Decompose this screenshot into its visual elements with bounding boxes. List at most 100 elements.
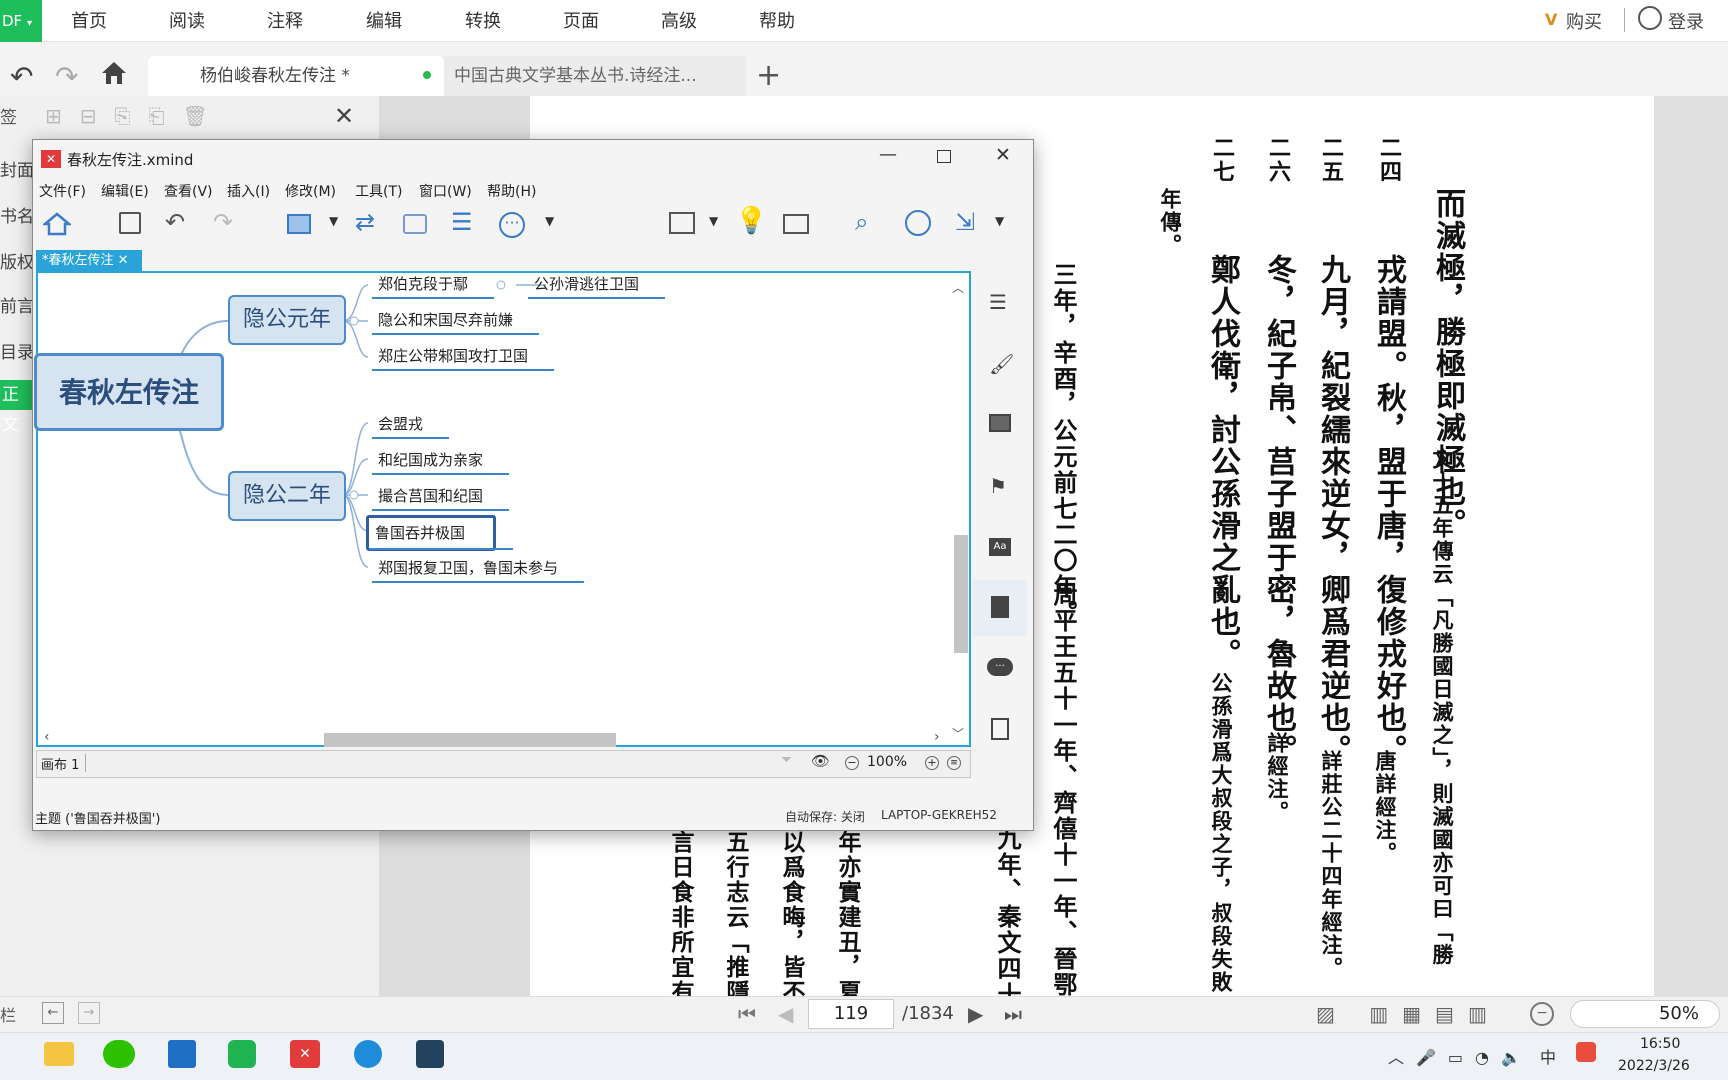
subtopic[interactable]: 隐公和宋国尽弃前嫌 <box>372 307 540 335</box>
boundary-icon[interactable] <box>403 214 427 234</box>
close-icon[interactable]: ✕ <box>334 102 354 130</box>
xm-menu-edit[interactable]: 编辑(E) <box>101 180 149 204</box>
relationship-icon[interactable]: ⇄ <box>355 208 375 236</box>
menu-advanced[interactable]: 高级 <box>661 0 697 42</box>
view-mode-icons[interactable]: ▨ ▥▦▤▥ <box>1316 1002 1501 1026</box>
next-view-icon[interactable]: → <box>78 1002 100 1024</box>
prev-view-icon[interactable]: ← <box>42 1002 64 1024</box>
menu-annotate[interactable]: 注释 <box>267 0 303 42</box>
buy-button[interactable]: 购买 <box>1566 8 1602 34</box>
subtopic[interactable]: 郑国报复卫国，鲁国未参与 <box>372 555 585 583</box>
sidebar-bookmark[interactable]: 签 <box>0 104 17 132</box>
menu-convert[interactable]: 转换 <box>465 0 501 42</box>
text-style-icon[interactable]: Aa <box>989 538 1011 556</box>
sheet-tab[interactable]: *春秋左传注 ✕ <box>36 250 142 272</box>
scroll-down-icon[interactable]: ﹀ <box>952 725 964 742</box>
page-number-input[interactable]: 119 <box>808 999 894 1029</box>
undo-icon[interactable]: ↶ <box>10 60 33 93</box>
format-brush-icon[interactable]: 🖌 <box>989 352 1014 376</box>
image-panel-icon[interactable] <box>989 414 1011 432</box>
wps-tray-icon[interactable] <box>1576 1042 1596 1062</box>
export-icon[interactable]: ⇲ <box>955 208 975 236</box>
file-explorer-icon[interactable] <box>44 1042 74 1066</box>
zoom-field[interactable]: 50% <box>1570 1000 1720 1028</box>
ime-indicator[interactable]: 中 <box>1540 1044 1556 1068</box>
sidebar-item-toc[interactable]: 目录 <box>0 338 34 368</box>
scroll-up-icon[interactable]: ︿ <box>952 279 964 296</box>
sidebar-item-cover[interactable]: 封面 <box>0 156 34 186</box>
topic-style-icon[interactable] <box>287 214 311 234</box>
vertical-scrollbar[interactable] <box>954 535 968 653</box>
marker-flag-icon[interactable]: ⚑ <box>989 474 1007 498</box>
comments-icon[interactable]: ··· <box>987 658 1013 676</box>
photos-icon[interactable] <box>168 1040 196 1068</box>
main-topic-2[interactable]: 隐公二年 <box>228 471 346 521</box>
redo-icon[interactable]: ↷ <box>213 208 233 236</box>
sidebar-toggle-label[interactable]: 栏 <box>0 1002 16 1026</box>
home-icon[interactable] <box>100 60 128 86</box>
presentation-icon[interactable] <box>669 212 695 234</box>
xm-menu-file[interactable]: 文件(F) <box>39 180 86 204</box>
prev-page-icon[interactable]: ◀ <box>778 1002 793 1026</box>
outline-view-icon[interactable] <box>783 214 809 234</box>
sidebar-item-copyright[interactable]: 版权 <box>0 248 34 278</box>
home-icon[interactable] <box>43 212 71 236</box>
autosave-status[interactable]: 自动保存: 关闭 <box>785 808 865 825</box>
menu-read[interactable]: 阅读 <box>169 0 205 42</box>
chevron-down-icon[interactable]: ▼ <box>545 214 554 228</box>
xm-menu-window[interactable]: 窗口(W) <box>419 180 472 204</box>
window-close-button[interactable]: ✕ <box>995 144 1011 166</box>
tray-icons[interactable]: ︿🎤▭◔🔈 <box>1388 1044 1533 1068</box>
horizontal-scrollbar[interactable] <box>324 733 616 747</box>
pdf-app-taskbar-icon[interactable] <box>228 1040 256 1068</box>
mindmap-canvas[interactable]: 春秋左传注 隐公元年 隐公二年 郑伯克段于鄢 公孙滑逃往卫国 隐公和宋国尽弃前嫌… <box>34 271 971 747</box>
notes-icon[interactable] <box>991 596 1009 618</box>
summary-icon[interactable]: ☰ <box>451 208 473 236</box>
xm-menu-tools[interactable]: 工具(T) <box>355 180 402 204</box>
filter-icon[interactable]: ⏷ <box>781 752 792 768</box>
share-icon[interactable] <box>905 210 931 236</box>
sidebar-item-title[interactable]: 书名 <box>0 202 34 232</box>
minimize-button[interactable]: — <box>879 144 897 165</box>
edge-icon[interactable] <box>354 1040 382 1068</box>
subtopic-child[interactable]: 公孙滑逃往卫国 <box>528 271 666 299</box>
subtopic[interactable]: 会盟戎 <box>372 411 450 439</box>
new-tab-button[interactable]: + <box>756 58 781 93</box>
redo-icon[interactable]: ↷ <box>55 60 78 93</box>
canvas-name[interactable]: 画布 1 <box>41 754 79 773</box>
login-button[interactable]: 登录 <box>1668 8 1704 34</box>
undo-icon[interactable]: ↶ <box>165 208 185 236</box>
fit-icon[interactable]: ≡ <box>947 756 961 770</box>
outliner-panel-icon[interactable]: ☰ <box>989 290 1007 314</box>
save-icon[interactable] <box>119 212 141 234</box>
subtopic[interactable]: 和纪国成为亲家 <box>372 447 510 475</box>
scroll-right-icon[interactable]: › <box>934 729 940 745</box>
app-logo[interactable]: DF ▾ <box>0 0 42 42</box>
subtopic[interactable]: 郑伯克段于鄢 <box>372 271 495 299</box>
main-topic-1[interactable]: 隐公元年 <box>228 295 346 345</box>
tab-document-1[interactable]: 杨伯峻春秋左传注 * <box>148 56 444 96</box>
subtopic[interactable]: 郑庄公带邾国攻打卫国 <box>372 343 555 371</box>
canvas-zoom[interactable]: 100% <box>867 754 907 770</box>
close-icon[interactable]: ✕ <box>118 253 129 268</box>
first-page-icon[interactable]: ⏮ <box>738 1002 756 1026</box>
maximize-button[interactable] <box>937 150 951 163</box>
zoom-out-icon[interactable]: − <box>845 756 859 770</box>
sidebar-item-body[interactable]: 正文 <box>0 380 34 435</box>
zoom-in-icon[interactable]: + <box>925 756 939 770</box>
lightbulb-icon[interactable]: 💡 <box>735 206 767 236</box>
menu-edit[interactable]: 编辑 <box>366 0 402 42</box>
chevron-down-icon[interactable]: ▼ <box>995 214 1004 228</box>
app-icon[interactable] <box>416 1040 444 1068</box>
xm-menu-modify[interactable]: 修改(M) <box>285 180 336 204</box>
xmind-taskbar-icon[interactable]: ✕ <box>290 1040 320 1068</box>
subtopic-selected[interactable]: 鲁国吞并极国 <box>366 515 513 551</box>
chevron-down-icon[interactable]: ▼ <box>329 214 338 228</box>
more-icon[interactable]: ··· <box>499 212 525 238</box>
last-page-icon[interactable]: ⏭ <box>1004 1002 1022 1026</box>
menu-page[interactable]: 页面 <box>563 0 599 42</box>
sidebar-item-preface[interactable]: 前言 <box>0 292 34 322</box>
menu-home[interactable]: 首页 <box>71 0 107 42</box>
zoom-out-icon[interactable]: − <box>1530 1002 1554 1026</box>
xm-menu-help[interactable]: 帮助(H) <box>487 180 536 204</box>
